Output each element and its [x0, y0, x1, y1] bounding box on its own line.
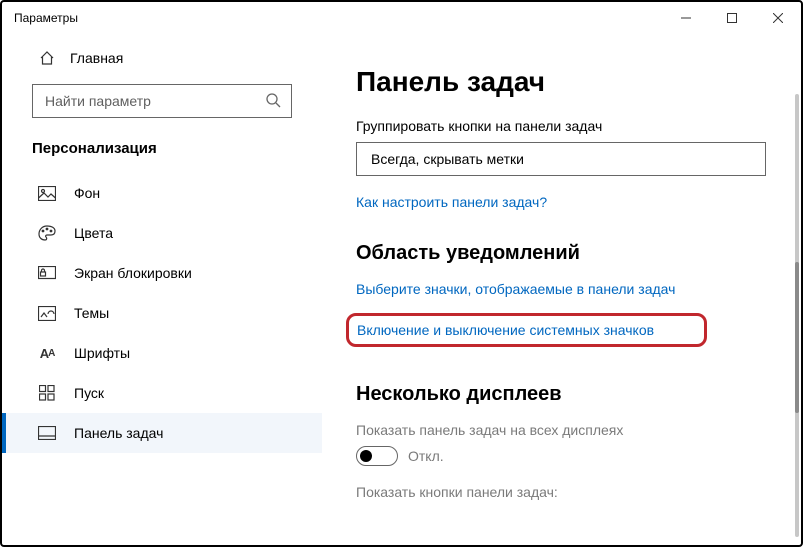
sidebar-item-label: Цвета — [74, 225, 113, 241]
sidebar-home-label: Главная — [70, 50, 123, 66]
minimize-button[interactable] — [663, 2, 709, 34]
multi-label: Показать панель задач на всех дисплеях — [356, 422, 771, 438]
themes-icon — [38, 306, 56, 321]
sidebar-home[interactable]: Главная — [2, 40, 322, 76]
sidebar-item-label: Панель задач — [74, 425, 163, 441]
link-choose-icons[interactable]: Выберите значки, отображаемые в панели з… — [356, 281, 675, 297]
fonts-icon: AA — [38, 346, 56, 361]
sidebar-item-themes[interactable]: Темы — [2, 293, 322, 333]
search-icon — [265, 92, 281, 111]
lockscreen-icon — [38, 266, 56, 281]
sidebar-item-fonts[interactable]: AA Шрифты — [2, 333, 322, 373]
taskbar-icon — [38, 426, 56, 440]
sidebar-item-background[interactable]: Фон — [2, 173, 322, 213]
sidebar-item-label: Экран блокировки — [74, 265, 192, 281]
sidebar-item-lockscreen[interactable]: Экран блокировки — [2, 253, 322, 293]
section-notification-area: Область уведомлений — [356, 242, 771, 265]
sidebar-item-colors[interactable]: Цвета — [2, 213, 322, 253]
buttons-label: Показать кнопки панели задач: — [356, 484, 771, 500]
content: Панель задач Группировать кнопки на пане… — [322, 34, 801, 545]
maximize-button[interactable] — [709, 2, 755, 34]
close-button[interactable] — [755, 2, 801, 34]
toggle-show-on-all[interactable] — [356, 446, 398, 466]
highlight-annotation: Включение и выключение системных значков — [346, 313, 707, 347]
sidebar-item-start[interactable]: Пуск — [2, 373, 322, 413]
sidebar-item-taskbar[interactable]: Панель задач — [2, 413, 322, 453]
link-system-icons[interactable]: Включение и выключение системных значков — [357, 322, 654, 338]
sidebar-item-label: Шрифты — [74, 345, 130, 361]
group-dropdown[interactable]: Всегда, скрывать метки — [356, 142, 766, 176]
home-icon — [38, 50, 56, 66]
page-title: Панель задач — [356, 66, 771, 98]
window-title: Параметры — [14, 11, 78, 25]
sidebar-item-label: Темы — [74, 305, 109, 321]
search-placeholder: Найти параметр — [45, 93, 151, 109]
section-multiple-displays: Несколько дисплеев — [356, 383, 771, 406]
search-input[interactable]: Найти параметр — [32, 84, 292, 118]
sidebar-item-label: Пуск — [74, 385, 104, 401]
image-icon — [38, 186, 56, 201]
group-value: Всегда, скрывать метки — [371, 151, 524, 167]
start-icon — [38, 385, 56, 401]
scrollbar[interactable] — [795, 94, 799, 537]
sidebar-section: Персонализация — [2, 132, 322, 173]
toggle-state: Откл. — [408, 448, 444, 464]
sidebar: Главная Найти параметр Персонализация Фо… — [2, 34, 322, 545]
sidebar-item-label: Фон — [74, 185, 100, 201]
help-link[interactable]: Как настроить панели задач? — [356, 194, 771, 210]
titlebar: Параметры — [2, 2, 801, 34]
palette-icon — [38, 225, 56, 241]
group-label: Группировать кнопки на панели задач — [356, 118, 771, 134]
